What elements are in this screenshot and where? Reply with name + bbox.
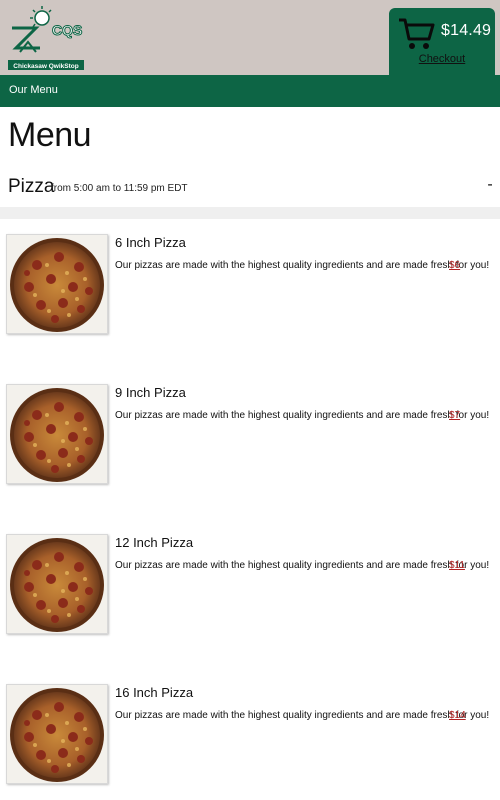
site-header: CQS Chickasaw QwikStop $14.49 Checkout — [0, 0, 500, 78]
item-price[interactable]: $7 — [449, 410, 460, 421]
item-name: 9 Inch Pizza — [115, 385, 186, 400]
logo-letters: CQS — [52, 22, 82, 38]
item-price[interactable]: $6 — [449, 260, 460, 271]
collapse-toggle[interactable]: - — [484, 176, 496, 194]
item-description: Our pizzas are made with the highest qua… — [115, 410, 490, 421]
cart-summary[interactable]: $14.49 Checkout — [389, 8, 495, 78]
pizza-image[interactable] — [6, 384, 108, 484]
cart-total: $14.49 — [441, 22, 492, 39]
shopping-cart-icon[interactable] — [398, 17, 436, 51]
section-name: Pizza — [8, 176, 55, 197]
page-title: Menu — [8, 116, 92, 154]
item-name: 6 Inch Pizza — [115, 235, 186, 250]
menu-item[interactable]: 12 Inch Pizza Our pizzas are made with t… — [0, 534, 500, 644]
item-description: Our pizzas are made with the highest qua… — [115, 560, 490, 571]
item-description: Our pizzas are made with the highest qua… — [115, 260, 490, 271]
section-hours: from 5:00 am to 11:59 pm EDT — [51, 183, 188, 194]
item-price[interactable]: $14 — [449, 710, 466, 721]
menu-item[interactable]: 16 Inch Pizza Our pizzas are made with t… — [0, 684, 500, 794]
section-header-pizza[interactable]: Pizza from 5:00 am to 11:59 pm EDT - — [0, 172, 500, 206]
logo-graphic: CQS Chickasaw QwikStop — [8, 6, 84, 70]
section-divider — [0, 207, 500, 219]
pizza-image[interactable] — [6, 234, 108, 334]
checkout-link[interactable]: Checkout — [389, 53, 495, 65]
menu-item[interactable]: 6 Inch Pizza Our pizzas are made with th… — [0, 234, 500, 344]
logo-text: Chickasaw QwikStop — [13, 63, 78, 70]
pizza-image[interactable] — [6, 534, 108, 634]
nav-bar: Our Menu — [0, 75, 500, 107]
item-description: Our pizzas are made with the highest qua… — [115, 710, 490, 721]
brand-logo[interactable]: CQS Chickasaw QwikStop — [6, 4, 86, 72]
nav-item-our-menu[interactable]: Our Menu — [9, 84, 58, 96]
item-name: 16 Inch Pizza — [115, 685, 194, 700]
menu-item[interactable]: 9 Inch Pizza Our pizzas are made with th… — [0, 384, 500, 494]
item-name: 12 Inch Pizza — [115, 535, 194, 550]
item-price[interactable]: $11 — [449, 560, 465, 571]
pizza-image[interactable] — [6, 684, 108, 784]
